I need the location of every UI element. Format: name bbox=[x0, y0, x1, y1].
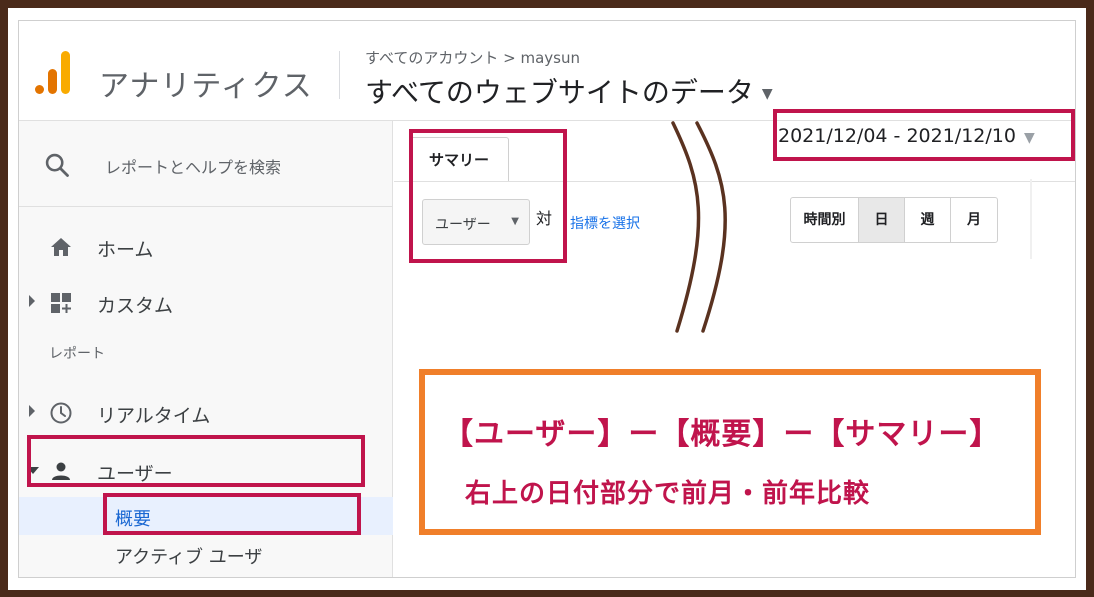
property-name: すべてのウェブサイトのデータ bbox=[365, 76, 754, 109]
highlight-summary-tab bbox=[409, 129, 567, 263]
account-breadcrumb[interactable]: すべてのアカウント > maysun bbox=[365, 47, 580, 68]
sidebar-item-label: ホーム bbox=[97, 239, 154, 261]
highlight-overview-item bbox=[103, 493, 361, 535]
search-input[interactable]: レポートとヘルプを検索 bbox=[105, 154, 281, 178]
annotation-callout: 【ユーザー】ー【概要】ー【サマリー】 右上の日付部分で前月・前年比較 bbox=[419, 369, 1041, 535]
analytics-logo-icon bbox=[35, 51, 70, 94]
analytics-window: アナリティクス すべてのアカウント > maysun すべてのウェブサイトのデー… bbox=[18, 20, 1076, 578]
granularity-monthly[interactable]: 月 bbox=[951, 198, 997, 242]
expand-arrow-icon bbox=[29, 405, 35, 417]
sidebar-item-custom[interactable]: カスタム bbox=[19, 277, 393, 327]
select-metric-link[interactable]: 指標を選択 bbox=[570, 213, 640, 233]
section-label-reports: レポート bbox=[49, 346, 105, 362]
granularity-hourly[interactable]: 時間別 bbox=[791, 198, 859, 242]
header-divider bbox=[339, 51, 340, 99]
sidebar-item-realtime[interactable]: リアルタイム bbox=[19, 387, 393, 437]
annotation-line-2: 右上の日付部分で前月・前年比較 bbox=[465, 479, 871, 509]
sidebar-subitem-label: アクティブ ユーザ bbox=[115, 547, 263, 568]
granularity-toggle: 時間別 日 週 月 bbox=[790, 197, 998, 243]
caret-down-icon: ▼ bbox=[761, 86, 773, 102]
divider-faint bbox=[1030, 179, 1032, 259]
granularity-daily[interactable]: 日 bbox=[859, 198, 905, 242]
clock-icon bbox=[50, 402, 72, 424]
property-selector[interactable]: すべてのウェブサイトのデータ ▼ bbox=[365, 71, 773, 111]
search-icon bbox=[45, 153, 69, 177]
expand-arrow-icon bbox=[29, 295, 35, 307]
screenshot-frame: アナリティクス すべてのアカウント > maysun すべてのウェブサイトのデー… bbox=[8, 8, 1086, 590]
double-bracket-icon bbox=[671, 121, 727, 333]
top-header: アナリティクス すべてのアカウント > maysun すべてのウェブサイトのデー… bbox=[19, 21, 1075, 121]
search-row[interactable]: レポートとヘルプを検索 bbox=[19, 121, 393, 207]
highlight-users-item bbox=[27, 435, 365, 487]
sidebar-item-label: カスタム bbox=[97, 295, 174, 317]
granularity-weekly[interactable]: 週 bbox=[905, 198, 951, 242]
sidebar-item-home[interactable]: ホーム bbox=[19, 221, 393, 271]
annotation-line-1: 【ユーザー】ー【概要】ー【サマリー】 bbox=[443, 417, 1001, 452]
sidebar-subitem-active-users[interactable]: アクティブ ユーザ bbox=[19, 535, 393, 573]
home-icon bbox=[51, 238, 71, 256]
highlight-date-range bbox=[773, 109, 1075, 161]
app-title: アナリティクス bbox=[99, 69, 313, 104]
sidebar-item-label: リアルタイム bbox=[97, 405, 211, 427]
dashboard-icon bbox=[51, 293, 71, 313]
